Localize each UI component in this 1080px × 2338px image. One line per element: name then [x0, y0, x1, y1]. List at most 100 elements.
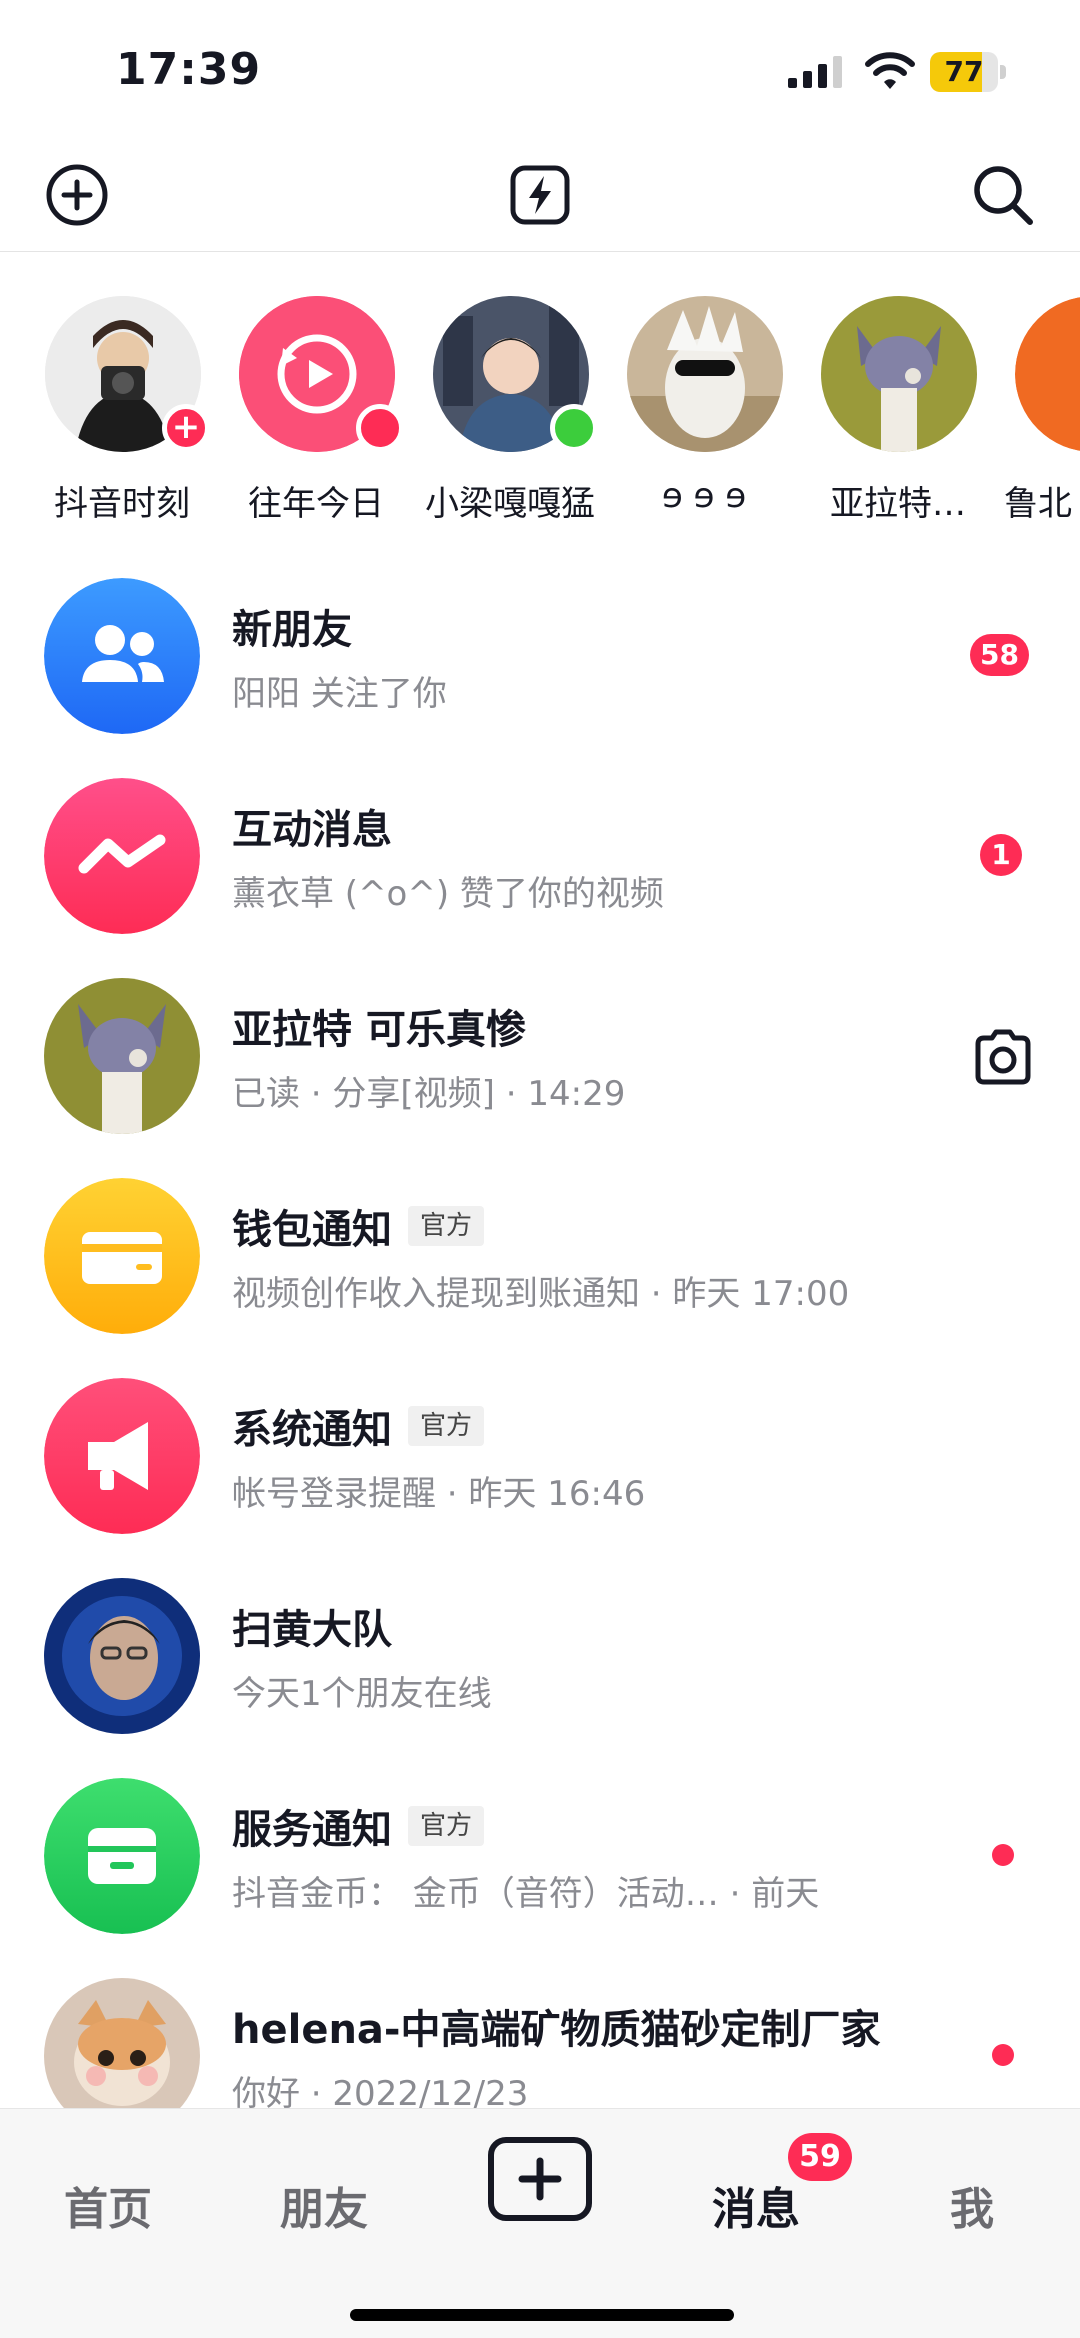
item-subtitle: 今天1个朋友在线 [232, 1674, 492, 1714]
story-item-douyin-moment[interactable]: + 抖音时刻 [34, 292, 210, 532]
official-tag: 官方 [408, 1206, 485, 1246]
cellular-signal-icon [788, 56, 842, 88]
cartoon-wolf-icon [821, 296, 977, 452]
title-row: 亚拉特 可乐真惨 [232, 998, 526, 1054]
item-subtitle: 视频创作收入提现到账通知 · 昨天 17:00 [232, 1274, 850, 1314]
item-subtitle: 阳阳 关注了你 [232, 674, 447, 714]
plus-icon [518, 2157, 562, 2201]
story-label: 往年今日 [248, 484, 384, 524]
battery-tip [1000, 65, 1006, 79]
item-title: 互动消息 [232, 807, 392, 853]
battery-body: 77 [930, 52, 998, 92]
official-tag: 官方 [408, 1806, 485, 1846]
unread-dot [992, 1844, 1014, 1866]
camera-icon[interactable] [968, 1022, 1038, 1092]
messages-count-badge: 59 [788, 2133, 852, 2181]
message-list: 新朋友 阳阳 关注了你 58 互动消息 薰衣草 (^o^) 赞了你的视频 1 亚… [0, 570, 1080, 2110]
unread-count-badge: 1 [980, 834, 1022, 876]
avatar [44, 578, 200, 734]
title-row: 系统通知 官方 [232, 1398, 485, 1454]
item-subtitle: 抖音金币： 金币（音符）活动… · 前天 [232, 1874, 820, 1914]
battery-indicator: 77 [930, 52, 1006, 92]
list-item-chat-yalate[interactable]: 亚拉特 可乐真惨 已读 · 分享[视频] · 14:29 [0, 970, 1080, 1170]
list-item-interactions[interactable]: 互动消息 薰衣草 (^o^) 赞了你的视频 1 [0, 770, 1080, 970]
friends-icon [44, 578, 200, 734]
unread-count-badge: 58 [970, 634, 1029, 676]
story-label: 亚拉特… [830, 484, 966, 524]
story-item-lubei[interactable]: 鲁北 [1004, 292, 1080, 532]
tab-home[interactable]: 首页 [38, 2173, 178, 2237]
tab-messages[interactable]: 消息 [686, 2173, 826, 2237]
item-subtitle: 帐号登录提醒 · 昨天 16:46 [232, 1474, 646, 1514]
cartoon-wolf-icon [44, 978, 200, 1134]
flash-icon[interactable] [505, 160, 575, 230]
item-subtitle: 已读 · 分享[视频] · 14:29 [232, 1074, 626, 1114]
search-icon[interactable] [968, 160, 1038, 230]
battery-level: 77 [944, 55, 984, 88]
megaphone-icon [44, 1378, 200, 1534]
item-title: 系统通知 [232, 1407, 392, 1453]
inbox-box-icon [44, 1778, 200, 1934]
item-title: 新朋友 [232, 607, 352, 653]
list-item-group-chat[interactable]: 扫黄大队 今天1个朋友在线 [0, 1570, 1080, 1770]
story-label: 抖音时刻 [54, 484, 190, 524]
title-row: 服务通知 官方 [232, 1798, 485, 1854]
message-bolt-icon [44, 778, 200, 934]
title-row: 扫黄大队 [232, 1598, 392, 1654]
cat-sunglasses-icon [627, 296, 783, 452]
create-button[interactable] [488, 2137, 592, 2221]
avatar [44, 1578, 200, 1734]
title-row: helena-中高端矿物质猫砂定制厂家 [232, 1998, 881, 2054]
person-photo-icon [44, 1578, 200, 1734]
bottom-nav: 首页 朋友 消息 59 我 [0, 2108, 1080, 2338]
title-row: 钱包通知 官方 [232, 1198, 485, 1254]
avatar [627, 296, 783, 452]
item-title: 钱包通知 [232, 1207, 392, 1253]
list-item-system-notice[interactable]: 系统通知 官方 帐号登录提醒 · 昨天 16:46 [0, 1370, 1080, 1570]
story-item-yalate[interactable]: 亚拉特… [810, 292, 986, 532]
wifi-icon [865, 52, 915, 89]
tab-friends[interactable]: 朋友 [254, 2173, 394, 2237]
top-toolbar [0, 150, 1080, 252]
kitten-icon [44, 1978, 200, 2110]
list-item-chat-helena[interactable]: helena-中高端矿物质猫砂定制厂家 你好 · 2022/12/23 [0, 1970, 1080, 2110]
status-bar: 17:39 77 [0, 0, 1080, 140]
story-item-memories[interactable]: 往年今日 [228, 292, 404, 532]
list-item-service-notice[interactable]: 服务通知 官方 抖音金币： 金币（音符）活动… · 前天 [0, 1770, 1080, 1970]
item-title: helena-中高端矿物质猫砂定制厂家 [232, 2007, 881, 2053]
avatar [44, 1378, 200, 1534]
status-time: 17:39 [116, 44, 262, 95]
add-story-badge[interactable]: + [162, 404, 210, 452]
item-subtitle: 你好 · 2022/12/23 [232, 2074, 529, 2110]
wallet-card-icon [44, 1178, 200, 1334]
item-subtitle: 薰衣草 (^o^) 赞了你的视频 [232, 874, 664, 914]
story-row: + 抖音时刻 往年今日 小梁嘎嘎猛 ɘ ɘ ɘ 亚拉特… 鲁北 [0, 292, 1080, 532]
story-label: 小梁嘎嘎猛 [425, 484, 595, 524]
story-item-eee[interactable]: ɘ ɘ ɘ [616, 292, 792, 532]
item-title: 服务通知 [232, 1807, 392, 1853]
official-tag: 官方 [408, 1406, 485, 1446]
avatar [821, 296, 977, 452]
list-item-wallet-notice[interactable]: 钱包通知 官方 视频创作收入提现到账通知 · 昨天 17:00 [0, 1170, 1080, 1370]
story-label: 鲁北 [1004, 484, 1072, 524]
story-label: ɘ ɘ ɘ [661, 476, 747, 516]
brand-logo-icon [1015, 297, 1080, 451]
online-dot [550, 404, 598, 452]
avatar [44, 1778, 200, 1934]
home-indicator [350, 2309, 734, 2321]
avatar [44, 978, 200, 1134]
tab-me[interactable]: 我 [902, 2173, 1042, 2237]
unread-dot [356, 404, 404, 452]
avatar [44, 1178, 200, 1334]
plus-circle-icon[interactable] [42, 160, 112, 230]
item-title: 扫黄大队 [232, 1607, 392, 1653]
title-row: 新朋友 [232, 598, 352, 654]
avatar [44, 1978, 200, 2110]
list-item-new-friends[interactable]: 新朋友 阳阳 关注了你 58 [0, 570, 1080, 770]
unread-dot [992, 2044, 1014, 2066]
item-title: 亚拉特 可乐真惨 [232, 1007, 526, 1053]
avatar [44, 778, 200, 934]
story-item-xiaoliang[interactable]: 小梁嘎嘎猛 [422, 292, 598, 532]
avatar [1015, 296, 1080, 452]
title-row: 互动消息 [232, 798, 392, 854]
